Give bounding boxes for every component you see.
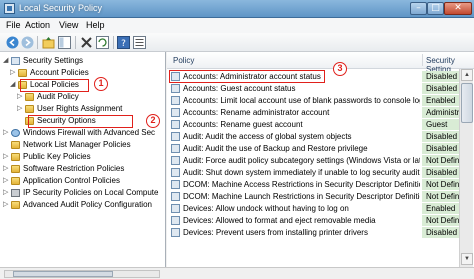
scroll-thumb[interactable] (461, 83, 473, 123)
expand-icon[interactable]: ▷ (17, 104, 24, 114)
list-row[interactable]: Accounts: Limit local account use of bla… (167, 95, 459, 106)
list-row[interactable]: Devices: Allow undock without having to … (167, 203, 459, 214)
expand-icon[interactable]: ▷ (3, 188, 10, 198)
collapse-icon[interactable]: ◢ (3, 56, 10, 66)
toolbar: ? (0, 33, 474, 52)
list-row[interactable]: Devices: Allowed to format and eject rem… (167, 215, 459, 226)
list-row[interactable]: DCOM: Machine Launch Restrictions in Sec… (167, 191, 459, 202)
properties-icon[interactable] (133, 36, 146, 49)
policy-item-icon (171, 204, 180, 213)
highlight-local-policies (20, 79, 89, 92)
expand-icon[interactable]: ▷ (10, 68, 17, 78)
folder-icon (11, 165, 20, 173)
firewall-icon (11, 129, 20, 137)
delete-icon[interactable] (80, 36, 93, 49)
tree-pane[interactable]: ◢ Security Settings ▷ Account Policies ◢… (0, 52, 166, 267)
menu-help[interactable]: Help (86, 20, 105, 30)
callout-2: 2 (146, 114, 160, 128)
folder-icon (18, 69, 27, 77)
policy-item-icon (171, 228, 180, 237)
policy-item-icon (171, 180, 180, 189)
list-row[interactable]: Audit: Audit the access of global system… (167, 131, 459, 142)
list-row[interactable]: Audit: Force audit policy subcategory se… (167, 155, 459, 166)
up-folder-icon[interactable] (42, 36, 55, 49)
policy-item-icon (171, 96, 180, 105)
tree-item-label: IP Security Policies on Local Compute (23, 188, 159, 197)
policy-item-icon (171, 108, 180, 117)
forward-icon[interactable] (21, 36, 34, 49)
menu-bar: File Action View Help (0, 18, 474, 33)
expand-icon[interactable]: ▷ (3, 200, 10, 210)
expand-icon[interactable]: ▷ (3, 128, 10, 138)
tree-item-label: Public Key Policies (23, 152, 91, 161)
svg-text:?: ? (121, 39, 126, 49)
folder-icon (11, 201, 20, 209)
maximize-button[interactable]: □ (427, 2, 444, 15)
list-row[interactable]: Accounts: Rename guest account Guest (167, 119, 459, 130)
ip-security-icon (11, 189, 20, 197)
list-header: Policy Security Setting (167, 52, 474, 74)
close-button[interactable]: ✕ (444, 2, 472, 15)
callout-1: 1 (94, 77, 108, 91)
tree-item-label: Security Settings (23, 56, 84, 65)
policy-item-icon (171, 216, 180, 225)
policy-icon (11, 57, 20, 65)
vertical-scrollbar[interactable]: ▲ ▼ (459, 69, 473, 267)
menu-file[interactable]: File (6, 20, 21, 30)
tree-item-label: Account Policies (30, 68, 89, 77)
policy-item-icon (171, 168, 180, 177)
folder-icon (25, 105, 34, 113)
policy-list[interactable]: Policy Security Setting Accounts: Admini… (167, 52, 474, 267)
folder-icon (11, 177, 20, 185)
list-row[interactable]: Accounts: Guest account status Disabled (167, 83, 459, 94)
policy-item-icon (171, 120, 180, 129)
scroll-up-icon[interactable]: ▲ (461, 69, 473, 81)
menu-view[interactable]: View (59, 20, 78, 30)
app-icon (4, 3, 15, 14)
list-row[interactable]: Devices: Prevent users from installing p… (167, 227, 459, 238)
callout-3: 3 (333, 62, 347, 76)
expand-icon[interactable]: ▷ (3, 176, 10, 186)
refresh-icon[interactable] (96, 36, 109, 49)
window-title: Local Security Policy (19, 3, 103, 13)
list-row[interactable]: DCOM: Machine Access Restrictions in Sec… (167, 179, 459, 190)
tree-item-label: Audit Policy (37, 92, 79, 101)
folder-icon (11, 153, 20, 161)
folder-icon (25, 93, 34, 101)
expand-icon[interactable]: ▷ (3, 152, 10, 162)
policy-item-icon (171, 84, 180, 93)
list-row[interactable]: Audit: Audit the use of Backup and Resto… (167, 143, 459, 154)
minimize-button[interactable]: – (410, 2, 427, 15)
expand-icon[interactable]: ▷ (3, 164, 10, 174)
column-policy[interactable]: Policy (173, 56, 194, 65)
tree-item-label: Network List Manager Policies (23, 140, 131, 149)
title-bar: Local Security Policy – □ ✕ (0, 0, 474, 18)
policy-item-icon (171, 144, 180, 153)
status-bar (0, 267, 474, 279)
tree-item-label: Software Restriction Policies (23, 164, 125, 173)
tree-item-label: Application Control Policies (23, 176, 120, 185)
policy-item-icon (171, 132, 180, 141)
tree-item-label: Advanced Audit Policy Configuration (23, 200, 152, 209)
collapse-icon[interactable]: ◢ (10, 80, 17, 90)
highlight-administrator-account-status (169, 70, 325, 83)
tree-item-label: User Rights Assignment (37, 104, 123, 113)
policy-item-icon (171, 156, 180, 165)
highlight-security-options (28, 115, 133, 128)
list-row[interactable]: Audit: Shut down system immediately if u… (167, 167, 459, 178)
menu-action[interactable]: Action (25, 20, 50, 30)
policy-item-icon (171, 192, 180, 201)
folder-icon (11, 141, 20, 149)
list-row[interactable]: Accounts: Rename administrator account Ad… (167, 107, 459, 118)
help-icon[interactable]: ? (117, 36, 130, 49)
horizontal-scrollbar[interactable] (4, 270, 160, 278)
horizontal-scroll-thumb[interactable] (13, 271, 113, 277)
expand-icon[interactable]: ▷ (17, 92, 24, 102)
scroll-down-icon[interactable]: ▼ (461, 253, 473, 265)
show-hide-tree-icon[interactable] (58, 36, 71, 49)
tree-item-label: Windows Firewall with Advanced Sec (23, 128, 156, 137)
back-icon[interactable] (6, 36, 19, 49)
